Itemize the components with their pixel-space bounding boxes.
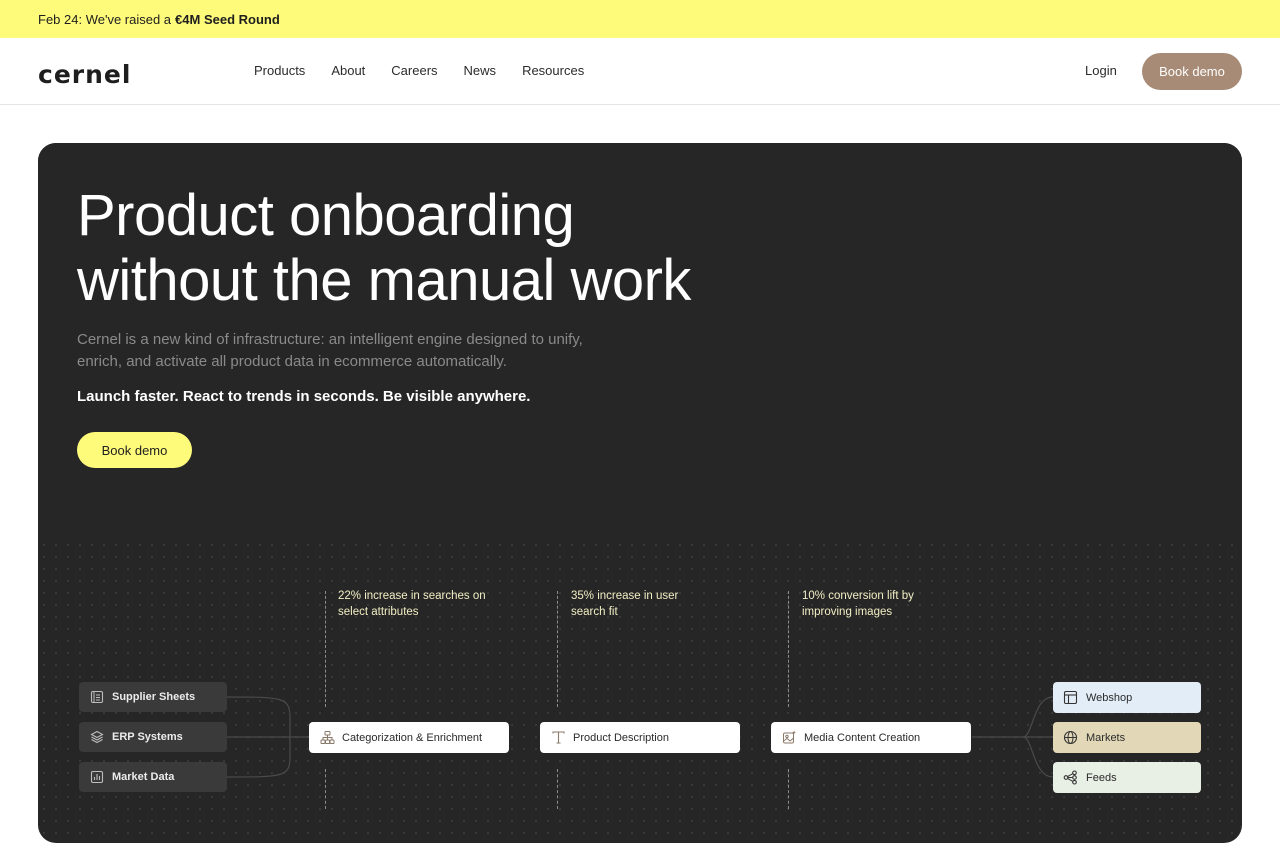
- connector-feeds: [1022, 736, 1054, 778]
- destination-label: Markets: [1086, 731, 1126, 744]
- stat-divider-2: [557, 591, 558, 707]
- hierarchy-icon: [320, 731, 335, 744]
- connector-webshop: [1022, 696, 1054, 738]
- stat-conversion: 10% conversion lift by improving images: [802, 590, 914, 618]
- process-product-description: Product Description: [540, 722, 740, 753]
- hero-title-line-1: Product onboarding: [77, 183, 575, 248]
- logo[interactable]: cernel: [38, 60, 131, 89]
- book-demo-button[interactable]: Book demo: [1142, 53, 1242, 90]
- sheet-icon: [90, 690, 104, 704]
- nav-item-news[interactable]: News: [464, 63, 497, 78]
- connector-supplier: [226, 696, 291, 737]
- process-media-content: Media Content Creation: [771, 722, 971, 753]
- nav-item-careers[interactable]: Careers: [391, 63, 437, 78]
- bar-chart-icon: [90, 770, 104, 784]
- layout-icon: [1063, 690, 1078, 705]
- source-label: ERP Systems: [112, 731, 183, 743]
- source-supplier-sheets: Supplier Sheets: [79, 682, 227, 712]
- login-link[interactable]: Login: [1085, 63, 1117, 78]
- main-menu: Products About Careers News Resources: [254, 63, 584, 78]
- hero-book-demo-button[interactable]: Book demo: [77, 432, 192, 468]
- stat-divider-1-lower: [325, 769, 326, 809]
- hero-section: Product onboarding without the manual wo…: [38, 143, 1242, 843]
- destination-label: Webshop: [1086, 691, 1133, 704]
- hero-tagline: Launch faster. React to trends in second…: [77, 388, 531, 405]
- globe-icon: [1063, 730, 1078, 745]
- source-label: Market Data: [112, 771, 175, 783]
- top-navigation: cernel Products About Careers News Resou…: [0, 38, 1280, 105]
- stat-divider-1: [325, 591, 326, 707]
- stat-search-fit: 35% increase in user search fit: [571, 590, 679, 618]
- stat-divider-2-lower: [557, 769, 558, 809]
- process-label: Media Content Creation: [804, 731, 921, 744]
- connector-market: [226, 737, 291, 778]
- text-icon: [552, 731, 565, 744]
- nav-item-products[interactable]: Products: [254, 63, 305, 78]
- hero-title-line-2: without the manual work: [77, 248, 691, 313]
- process-categorization: Categorization & Enrichment: [309, 722, 509, 753]
- banner-highlight[interactable]: €4M Seed Round: [175, 12, 280, 27]
- destination-markets: Markets: [1053, 722, 1201, 753]
- destination-feeds: Feeds: [1053, 762, 1201, 793]
- banner-text: Feb 24: We've raised a: [38, 11, 172, 27]
- source-erp-systems: ERP Systems: [79, 722, 227, 752]
- hero-title: Product onboarding without the manual wo…: [77, 183, 797, 313]
- nav-item-resources[interactable]: Resources: [522, 63, 584, 78]
- layers-icon: [90, 730, 104, 744]
- share-nodes-icon: [1063, 770, 1077, 785]
- stat-divider-3-lower: [788, 769, 789, 809]
- process-label: Product Description: [573, 731, 669, 744]
- stat-divider-3: [788, 591, 789, 707]
- source-label: Supplier Sheets: [112, 691, 196, 703]
- destination-label: Feeds: [1086, 771, 1117, 784]
- hero-subtitle: Cernel is a new kind of infrastructure: …: [77, 331, 583, 370]
- destination-webshop: Webshop: [1053, 682, 1201, 713]
- announcement-banner[interactable]: Feb 24: We've raised a €4M Seed Round: [0, 0, 1280, 38]
- process-label: Categorization & Enrichment: [342, 731, 483, 744]
- stat-searches: 22% increase in searches on select attri…: [338, 590, 486, 618]
- nav-item-about[interactable]: About: [331, 63, 365, 78]
- image-sparkle-icon: [783, 730, 796, 744]
- source-market-data: Market Data: [79, 762, 227, 792]
